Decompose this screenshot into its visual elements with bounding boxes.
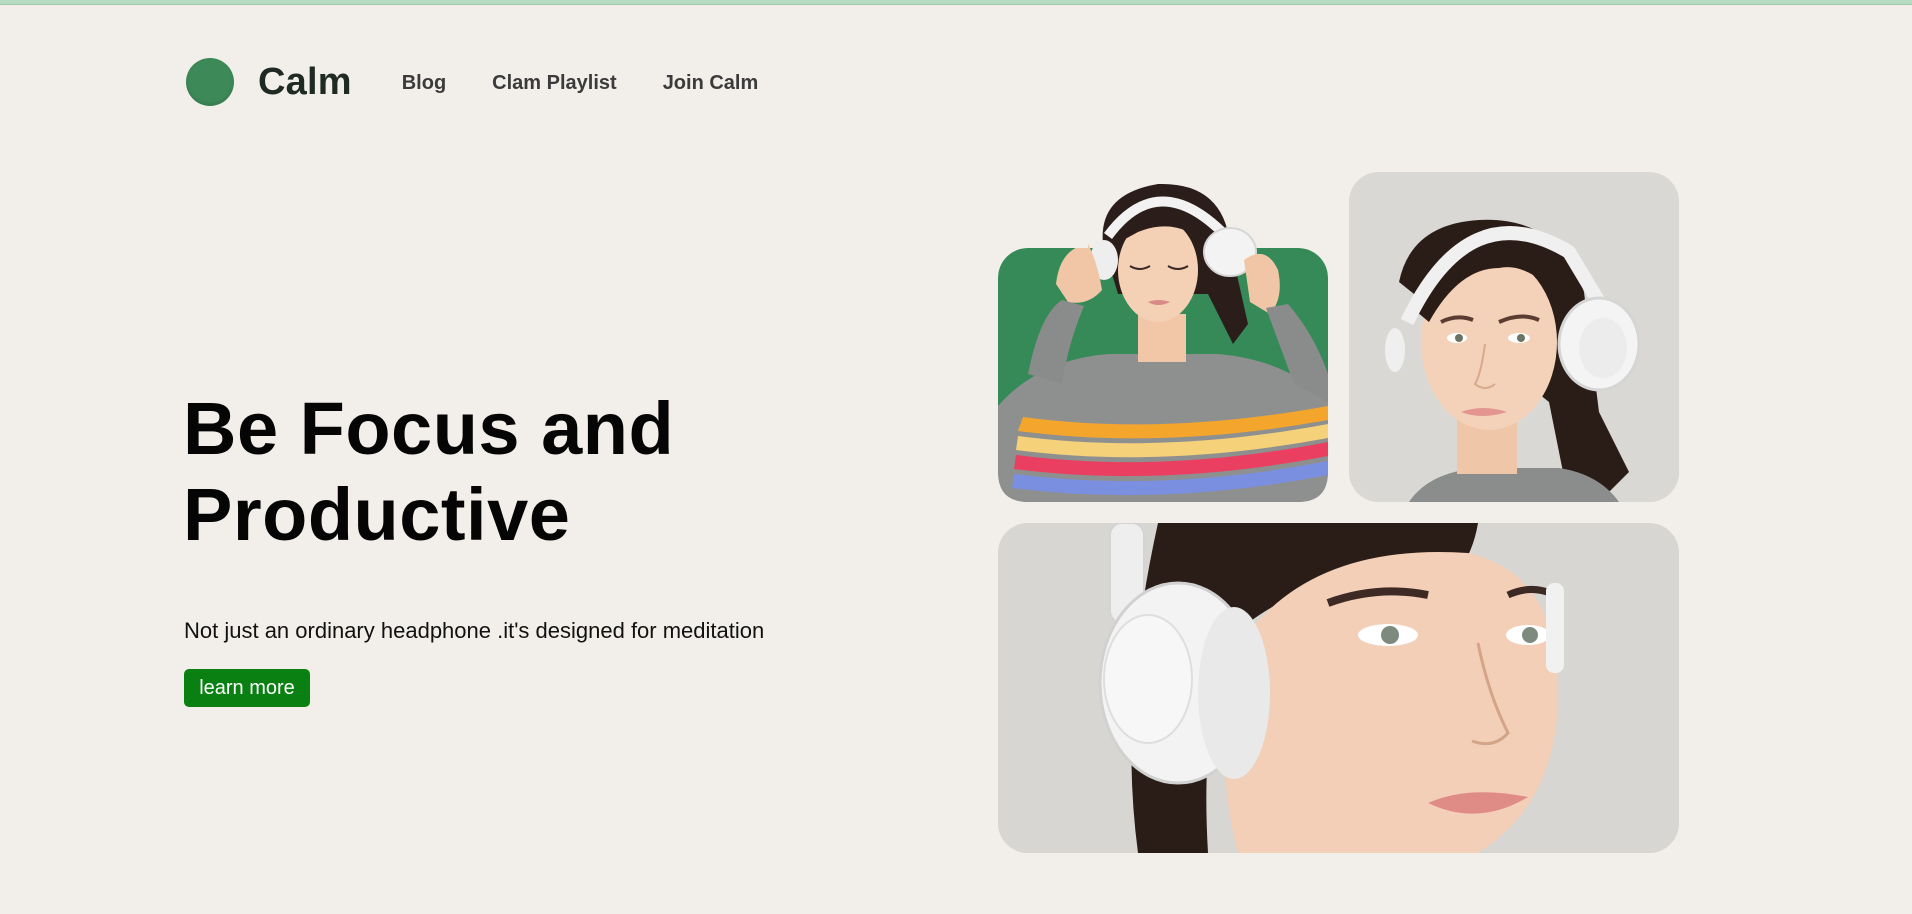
main-nav: Blog Clam Playlist Join Calm — [402, 70, 759, 95]
browser-top-strip — [0, 0, 1912, 5]
hero-title-line-1: Be Focus and — [183, 387, 675, 470]
hero-title: Be Focus and Productive — [183, 386, 674, 558]
nav-link-blog[interactable]: Blog — [402, 72, 446, 95]
hero-title-line-2: Productive — [183, 473, 571, 556]
hero-subtitle: Not just an ordinary headphone .it's des… — [184, 618, 765, 643]
learn-more-button[interactable]: learn more — [184, 669, 310, 707]
nav-link-join[interactable]: Join Calm — [663, 72, 759, 95]
logo-circle-icon[interactable] — [186, 58, 234, 106]
woman-headphones-closeup-photo — [998, 523, 1679, 853]
brand-name[interactable]: Calm — [258, 61, 352, 104]
woman-headphones-green-photo — [998, 174, 1328, 502]
nav-link-playlist[interactable]: Clam Playlist — [492, 72, 617, 95]
site-header: Calm Blog Clam Playlist Join Calm — [186, 56, 758, 108]
woman-headphones-side-photo — [1349, 172, 1679, 502]
